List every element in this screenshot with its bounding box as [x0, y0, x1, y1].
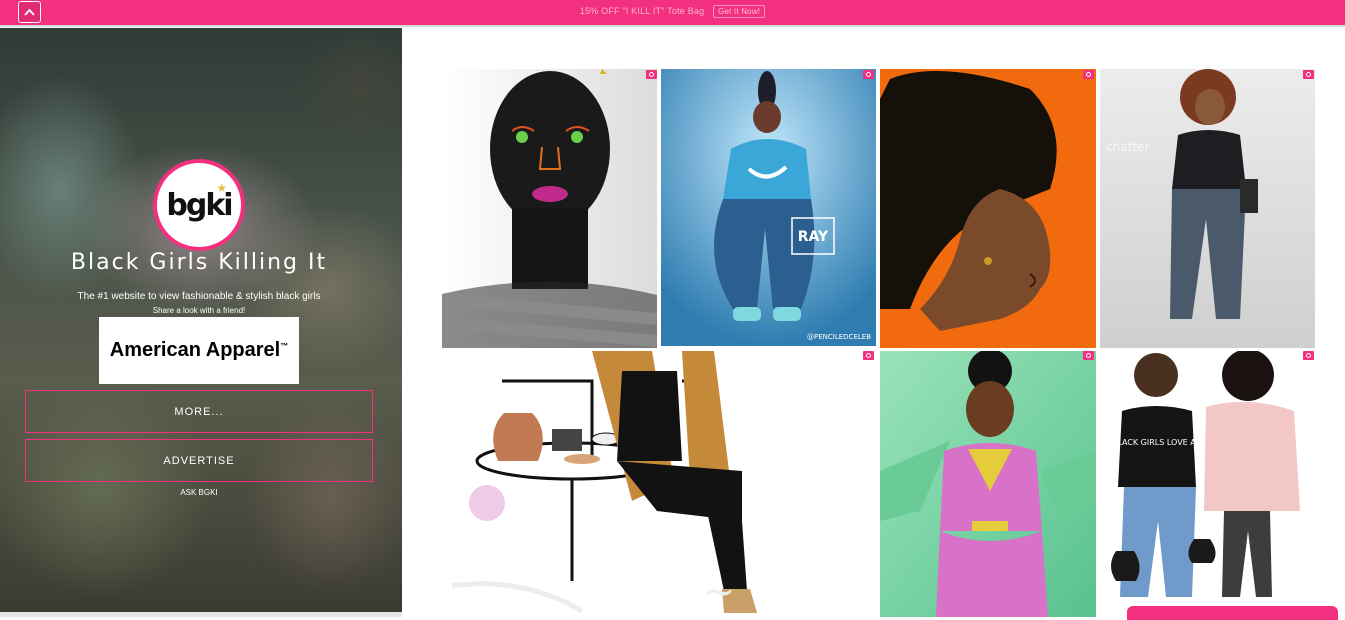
post-credit: chatter	[1106, 140, 1149, 154]
camera-icon	[863, 351, 874, 360]
advertise-button[interactable]: ADVERTISE	[25, 439, 373, 482]
ask-link[interactable]: ASK BGKI	[0, 488, 398, 497]
post-image: BLACK GIRLS LOVE Art	[1100, 351, 1315, 617]
promo-cta-button[interactable]: Get It Now!	[713, 5, 766, 18]
gallery-post-6[interactable]	[880, 351, 1096, 617]
gallery-post-3[interactable]	[880, 69, 1096, 348]
promo-bar: 15% OFF "I KILL IT" Tote Bag Get It Now!	[0, 0, 1345, 27]
camera-icon	[1083, 351, 1094, 360]
ad-text: American Apparel™	[110, 339, 288, 362]
ad-trademark: ™	[280, 341, 289, 351]
camera-icon	[1303, 351, 1314, 360]
gallery-post-5[interactable]: ~	[442, 351, 877, 617]
post-image	[442, 69, 657, 348]
star-icon: ★	[216, 181, 227, 195]
photo-gallery: RAY @PENCILEDCELEB chatter ~ BLACK GIRLS…	[402, 28, 1345, 617]
post-image	[880, 69, 1096, 348]
promo-message: 15% OFF "I KILL IT" Tote Bag Get It Now!	[0, 5, 1345, 18]
post-image: chatter	[1100, 69, 1315, 348]
post-badge: RAY	[798, 229, 829, 245]
shirt-text: BLACK GIRLS LOVE Art	[1112, 438, 1202, 447]
promo-text: 15% OFF "I KILL IT" Tote Bag	[579, 6, 705, 16]
camera-icon	[1303, 70, 1314, 79]
camera-icon	[1083, 70, 1094, 79]
gallery-post-1[interactable]	[442, 69, 657, 348]
chat-widget-tab[interactable]	[1127, 606, 1338, 620]
camera-icon	[863, 70, 874, 79]
sidebar-ad[interactable]: American Apparel™	[99, 317, 299, 384]
svg-text:~: ~	[702, 569, 736, 615]
post-image: ~	[442, 351, 877, 617]
gallery-post-7[interactable]: BLACK GIRLS LOVE Art	[1100, 351, 1315, 617]
share-prompt: Share a look with a friend!	[152, 306, 246, 315]
post-image: RAY @PENCILEDCELEB	[661, 69, 876, 346]
sidebar: bgki ★ Black Girls Killing It The #1 web…	[0, 28, 402, 617]
gallery-post-2[interactable]: RAY @PENCILEDCELEB	[661, 69, 876, 346]
site-tagline: The #1 website to view fashionable & sty…	[77, 291, 321, 302]
gallery-post-4[interactable]: chatter	[1100, 69, 1315, 348]
site-title: Black Girls Killing It	[70, 250, 328, 275]
post-credit: @PENCILEDCELEB	[807, 333, 871, 341]
more-button[interactable]: MORE...	[25, 390, 373, 433]
ad-brand: American Apparel	[109, 339, 281, 361]
post-image	[880, 351, 1096, 617]
camera-icon	[646, 70, 657, 79]
site-logo[interactable]: bgki ★	[153, 159, 245, 251]
horizontal-scrollbar[interactable]	[0, 612, 402, 617]
